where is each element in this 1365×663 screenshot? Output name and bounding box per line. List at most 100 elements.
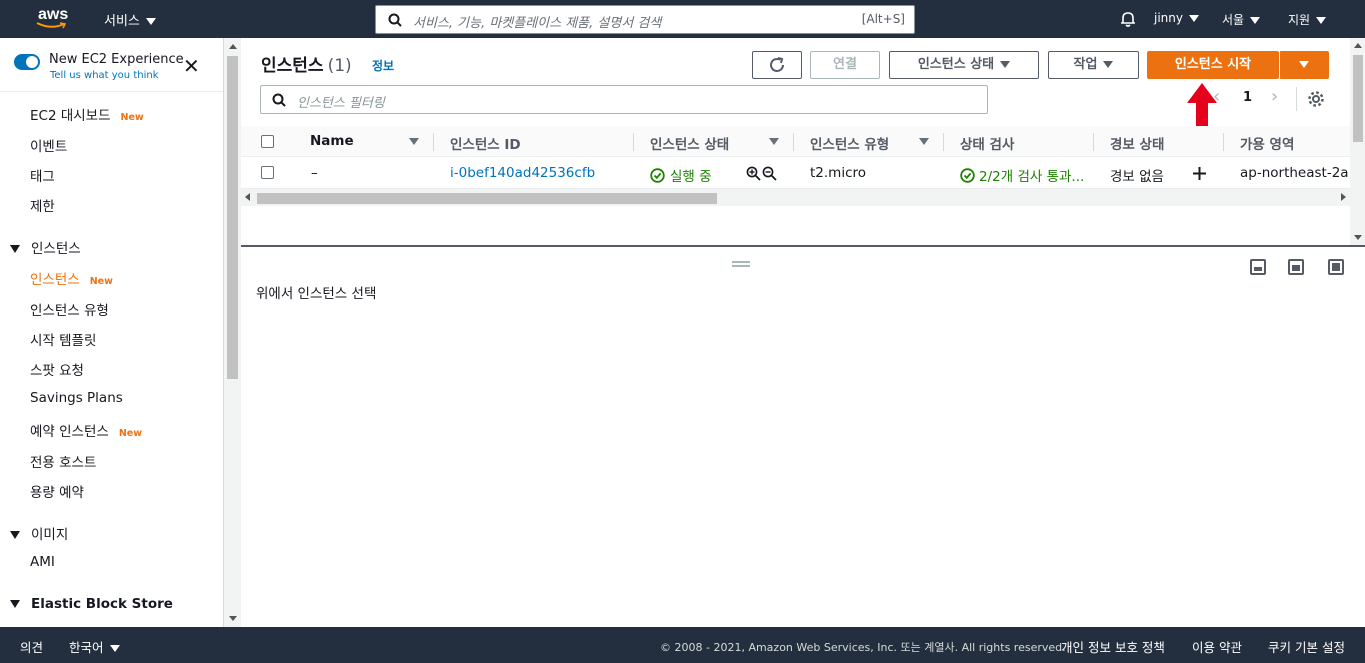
scroll-left-icon[interactable] — [245, 193, 250, 201]
column-header-alarm[interactable]: 경보 상태 — [1110, 133, 1164, 153]
split-panel-divider[interactable] — [241, 245, 1365, 247]
sidebar-item-spot-requests[interactable]: 스팟 요청 — [30, 359, 84, 379]
sidebar-item-launch-templates[interactable]: 시작 템플릿 — [30, 329, 96, 349]
next-page-icon[interactable]: › — [1271, 86, 1278, 107]
page-number[interactable]: 1 — [1243, 90, 1252, 105]
sidebar-item-events[interactable]: 이벤트 — [30, 135, 67, 155]
launch-dropdown-button[interactable] — [1279, 51, 1329, 79]
column-header-state[interactable]: 인스턴스 상태 — [650, 133, 729, 153]
sidebar: New EC2 Experience Tell us what you thin… — [0, 38, 224, 627]
scroll-thumb[interactable] — [1353, 55, 1363, 142]
chevron-down-icon — [1188, 15, 1199, 22]
aws-smile-icon — [36, 22, 66, 29]
region-menu[interactable]: 서울 — [1222, 11, 1261, 28]
column-header-status-check[interactable]: 상태 검사 — [960, 133, 1014, 153]
feedback-link[interactable]: 의견 — [20, 637, 43, 656]
column-header-az[interactable]: 가용 영역 — [1240, 133, 1294, 153]
column-header-name[interactable]: Name — [310, 133, 354, 149]
row-checkbox[interactable] — [261, 166, 274, 179]
panel-bottom-icon[interactable] — [1250, 259, 1266, 275]
sidebar-item-label: 인스턴스 — [30, 272, 80, 288]
table-horizontal-scrollbar[interactable] — [241, 189, 1350, 206]
cell-status-check[interactable]: 2/2개 검사 통과... — [960, 165, 1084, 185]
sidebar-item-instances[interactable]: 인스턴스 New — [30, 268, 113, 288]
zoom-out-icon[interactable] — [762, 166, 777, 181]
column-header-type[interactable]: 인스턴스 유형 — [810, 133, 889, 153]
resize-handle-icon[interactable] — [732, 261, 750, 267]
language-selector[interactable]: 한국어 — [69, 637, 120, 656]
gear-icon[interactable] — [1307, 90, 1325, 108]
scroll-thumb[interactable] — [227, 56, 238, 379]
sidebar-item-limits[interactable]: 제한 — [30, 195, 55, 215]
instance-filter-input[interactable]: 인스턴스 필터링 — [260, 85, 988, 114]
panel-hide-icon[interactable] — [1328, 259, 1344, 275]
column-separator — [1093, 133, 1094, 151]
instance-count: (1) — [327, 56, 352, 76]
user-menu[interactable]: jinny — [1154, 11, 1199, 25]
plus-icon[interactable] — [1192, 166, 1207, 181]
support-label: 지원 — [1288, 13, 1311, 27]
sidebar-section-ebs[interactable]: Elastic Block Store — [10, 596, 173, 612]
new-experience-toggle[interactable] — [14, 54, 40, 70]
scroll-right-icon[interactable] — [1341, 193, 1346, 201]
sort-icon[interactable] — [769, 138, 779, 145]
sidebar-item-reserved-instances[interactable]: 예약 인스턴스 New — [30, 420, 142, 440]
refresh-button[interactable] — [752, 51, 802, 79]
terms-link[interactable]: 이용 약관 — [1192, 637, 1242, 656]
sidebar-item-ec2-dashboard[interactable]: EC2 대시보드 New — [30, 104, 144, 124]
experience-title: New EC2 Experience — [49, 52, 184, 67]
sort-icon[interactable] — [409, 138, 419, 145]
info-link[interactable]: 정보 — [372, 57, 394, 74]
table-row[interactable]: – i-0bef140ad42536cfb 실행 중 t2.micro 2/2개… — [241, 157, 1350, 189]
sidebar-section-instances[interactable]: 인스턴스 — [10, 237, 81, 257]
cell-type: t2.micro — [810, 165, 867, 181]
connect-button[interactable]: 연결 — [810, 51, 880, 79]
sidebar-item-capacity-reservations[interactable]: 용량 예약 — [30, 481, 84, 501]
column-header-id[interactable]: 인스턴스 ID — [450, 133, 521, 153]
region-label: 서울 — [1222, 13, 1245, 27]
sidebar-item-dedicated-hosts[interactable]: 전용 호스트 — [30, 451, 96, 471]
detail-placeholder-text: 위에서 인스턴스 선택 — [256, 286, 377, 302]
chevron-down-icon — [109, 645, 120, 652]
sidebar-item-ami[interactable]: AMI — [30, 554, 55, 570]
button-label: 작업 — [1073, 57, 1098, 72]
feedback-link[interactable]: Tell us what you think — [50, 70, 159, 81]
global-search-input[interactable]: 서비스, 기능, 마켓플레이스 제품, 설명서 검색 [Alt+S] — [375, 5, 915, 34]
actions-button[interactable]: 작업 — [1048, 51, 1139, 79]
chevron-down-icon — [145, 18, 156, 25]
close-icon[interactable]: ✕ — [183, 56, 200, 76]
sidebar-scrollbar[interactable] — [224, 38, 241, 627]
panel-side-icon[interactable] — [1288, 259, 1304, 275]
scroll-down-icon[interactable] — [229, 616, 237, 621]
instance-state-button[interactable]: 인스턴스 상태 — [889, 51, 1039, 79]
bell-icon[interactable] — [1119, 10, 1137, 28]
table-vertical-scrollbar[interactable] — [1350, 38, 1365, 245]
scroll-thumb[interactable] — [257, 193, 717, 204]
sidebar-item-tags[interactable]: 태그 — [30, 165, 55, 185]
scroll-up-icon[interactable] — [1354, 43, 1362, 48]
column-separator — [943, 133, 944, 151]
scroll-down-icon[interactable] — [1354, 235, 1362, 240]
services-label: 서비스 — [104, 14, 140, 29]
search-placeholder: 서비스, 기능, 마켓플레이스 제품, 설명서 검색 — [413, 16, 662, 31]
scroll-up-icon[interactable] — [229, 44, 237, 49]
sidebar-item-instance-types[interactable]: 인스턴스 유형 — [30, 299, 109, 319]
aws-logo[interactable]: aws — [36, 6, 72, 32]
sidebar-item-savings-plans[interactable]: Savings Plans — [30, 390, 123, 406]
services-menu[interactable]: 서비스 — [104, 10, 156, 29]
sidebar-item-label: 예약 인스턴스 — [30, 424, 109, 440]
select-all-checkbox[interactable] — [261, 135, 274, 148]
zoom-in-icon[interactable] — [746, 166, 761, 181]
launch-instances-button[interactable]: 인스턴스 시작 — [1147, 51, 1279, 79]
instance-id-link[interactable]: i-0bef140ad42536cfb — [450, 165, 595, 181]
table-header: Name 인스턴스 ID 인스턴스 상태 인스턴스 유형 상태 검사 경보 상태… — [241, 126, 1350, 157]
cookie-preferences-link[interactable]: 쿠키 기본 설정 — [1268, 637, 1345, 656]
new-badge: New — [120, 112, 144, 123]
privacy-link[interactable]: 개인 정보 보호 정책 — [1061, 637, 1165, 656]
refresh-icon — [770, 57, 784, 72]
sort-icon[interactable] — [919, 138, 929, 145]
caret-down-icon — [10, 600, 20, 608]
sidebar-section-images[interactable]: 이미지 — [10, 523, 68, 543]
caret-down-icon — [10, 531, 20, 539]
support-menu[interactable]: 지원 — [1288, 11, 1327, 28]
